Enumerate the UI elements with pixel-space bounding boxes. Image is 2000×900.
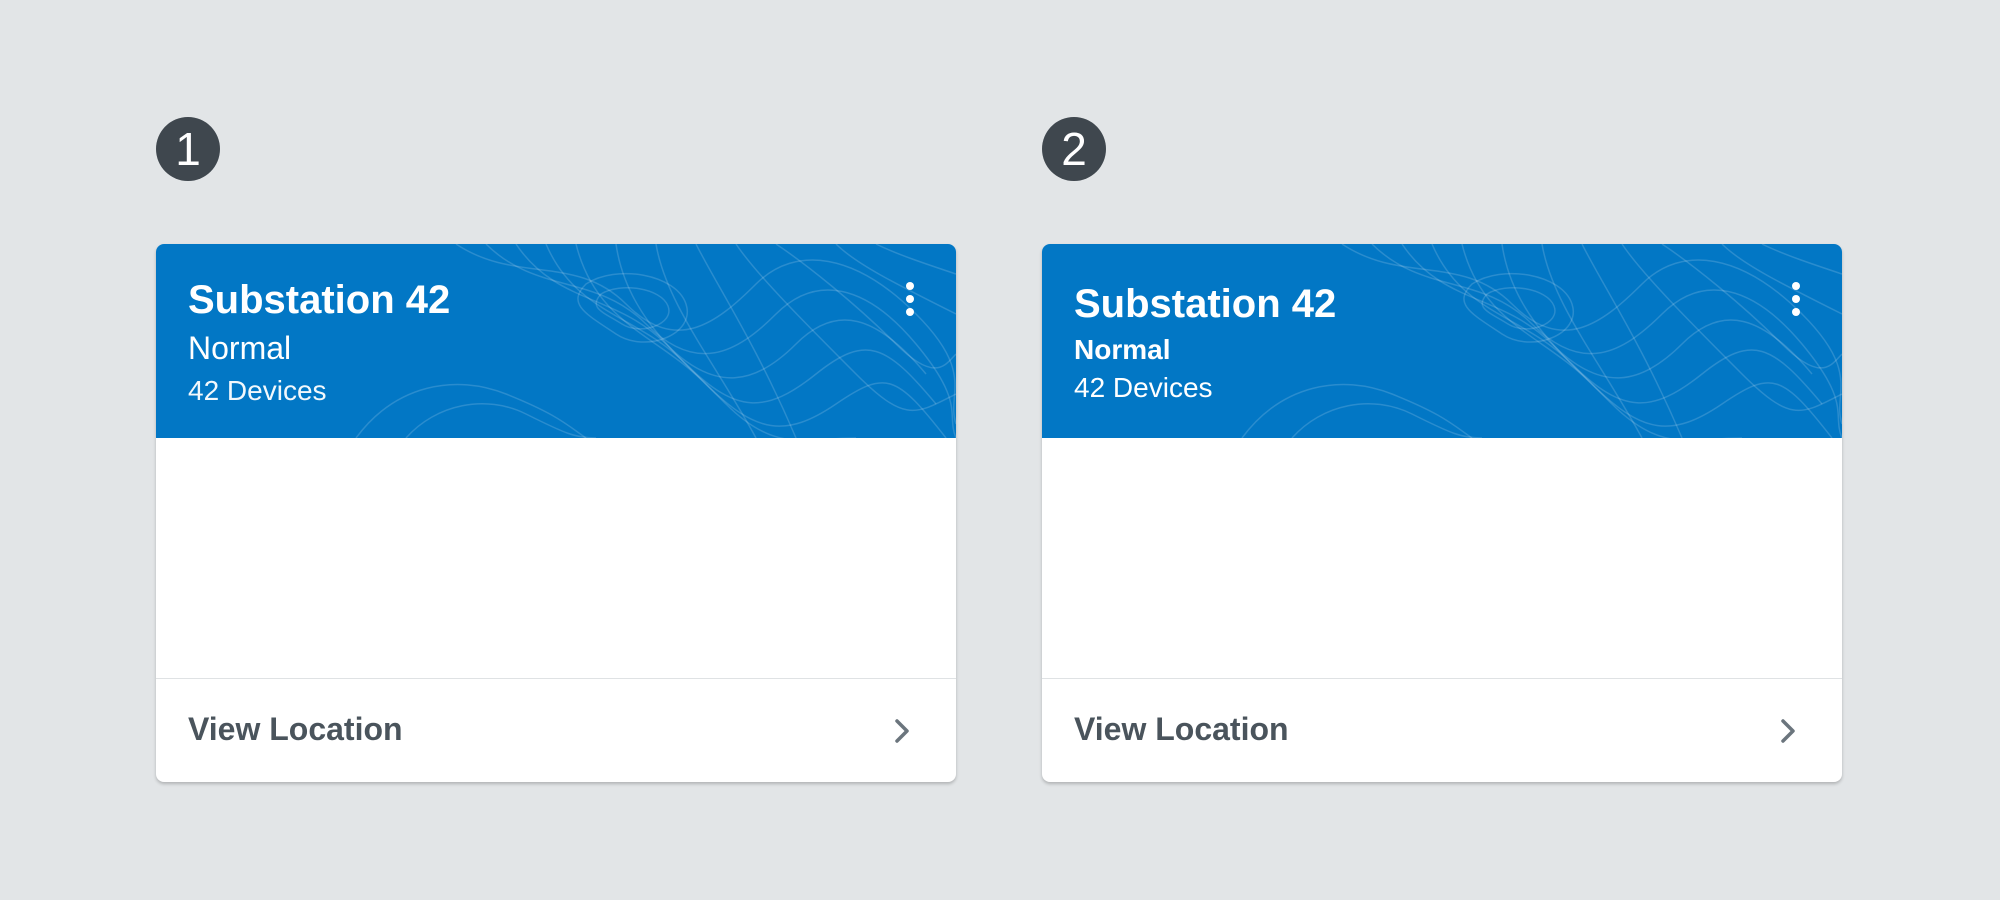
view-location-link[interactable]: View Location xyxy=(1042,679,1842,782)
view-location-link[interactable]: View Location xyxy=(156,679,956,782)
view-location-label: View Location xyxy=(188,711,403,747)
card-header: Substation 42 Normal 42 Devices xyxy=(156,244,956,438)
card-body xyxy=(1042,438,1842,678)
step-badge: 1 xyxy=(156,117,220,181)
more-vertical-icon[interactable] xyxy=(898,280,922,320)
card-header: Substation 42 Normal 42 Devices xyxy=(1042,244,1842,438)
location-card: Substation 42 Normal 42 Devices View Loc… xyxy=(1042,244,1842,782)
status-text: Normal xyxy=(188,330,292,366)
device-count: 42 Devices xyxy=(188,375,327,406)
status-text: Normal xyxy=(1074,334,1171,365)
variant-2: 2 Substation 42 Normal 42 Devices View L… xyxy=(1042,0,1842,900)
card-title: Substation 42 xyxy=(188,278,451,322)
variant-1: 1 Substation 42 Normal 42 Devices View L… xyxy=(156,0,956,900)
card-body xyxy=(156,438,956,678)
location-card: Substation 42 Normal 42 Devices View Loc… xyxy=(156,244,956,782)
more-vertical-icon[interactable] xyxy=(1784,280,1808,320)
device-count: 42 Devices xyxy=(1074,372,1213,403)
view-location-label: View Location xyxy=(1074,711,1289,747)
card-title: Substation 42 xyxy=(1074,282,1337,326)
step-badge: 2 xyxy=(1042,117,1106,181)
chevron-right-icon xyxy=(895,719,909,743)
chevron-right-icon xyxy=(1781,719,1795,743)
